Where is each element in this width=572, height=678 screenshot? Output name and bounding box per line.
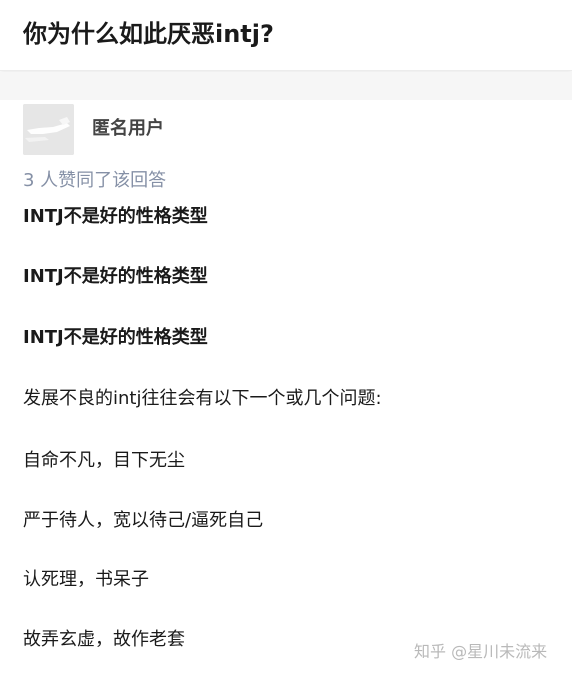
anonymous-avatar-icon[interactable] — [23, 104, 74, 155]
question-header: 你为什么如此厌恶intj? — [0, 0, 572, 71]
answer-paragraph-7: 认死理，书呆子 — [23, 569, 149, 590]
question-title[interactable]: 你为什么如此厌恶intj? — [23, 16, 274, 52]
answer-paragraph-4: 发展不良的intj往往会有以下一个或几个问题: — [23, 388, 382, 409]
answer-paragraph-5: 自命不凡，目下无尘 — [23, 450, 185, 471]
answer-paragraph-6: 严于待人，宽以待己/逼死自己 — [23, 510, 264, 531]
source-watermark: 知乎 @星川未流来 — [414, 642, 548, 661]
answer-paragraph-1: INTJ不是好的性格类型 — [23, 206, 208, 227]
answer-paragraph-8: 故弄玄虚，故作老套 — [23, 629, 185, 650]
section-gap — [0, 72, 572, 100]
answer-card: 匿名用户 3 人赞同了该回答 INTJ不是好的性格类型 INTJ不是好的性格类型… — [0, 100, 572, 678]
vote-count: 3 人赞同了该回答 — [23, 170, 167, 191]
author-name[interactable]: 匿名用户 — [92, 116, 164, 142]
answer-paragraph-2: INTJ不是好的性格类型 — [23, 266, 208, 287]
answer-paragraph-3: INTJ不是好的性格类型 — [23, 327, 208, 348]
avatar-graphic — [23, 104, 74, 155]
